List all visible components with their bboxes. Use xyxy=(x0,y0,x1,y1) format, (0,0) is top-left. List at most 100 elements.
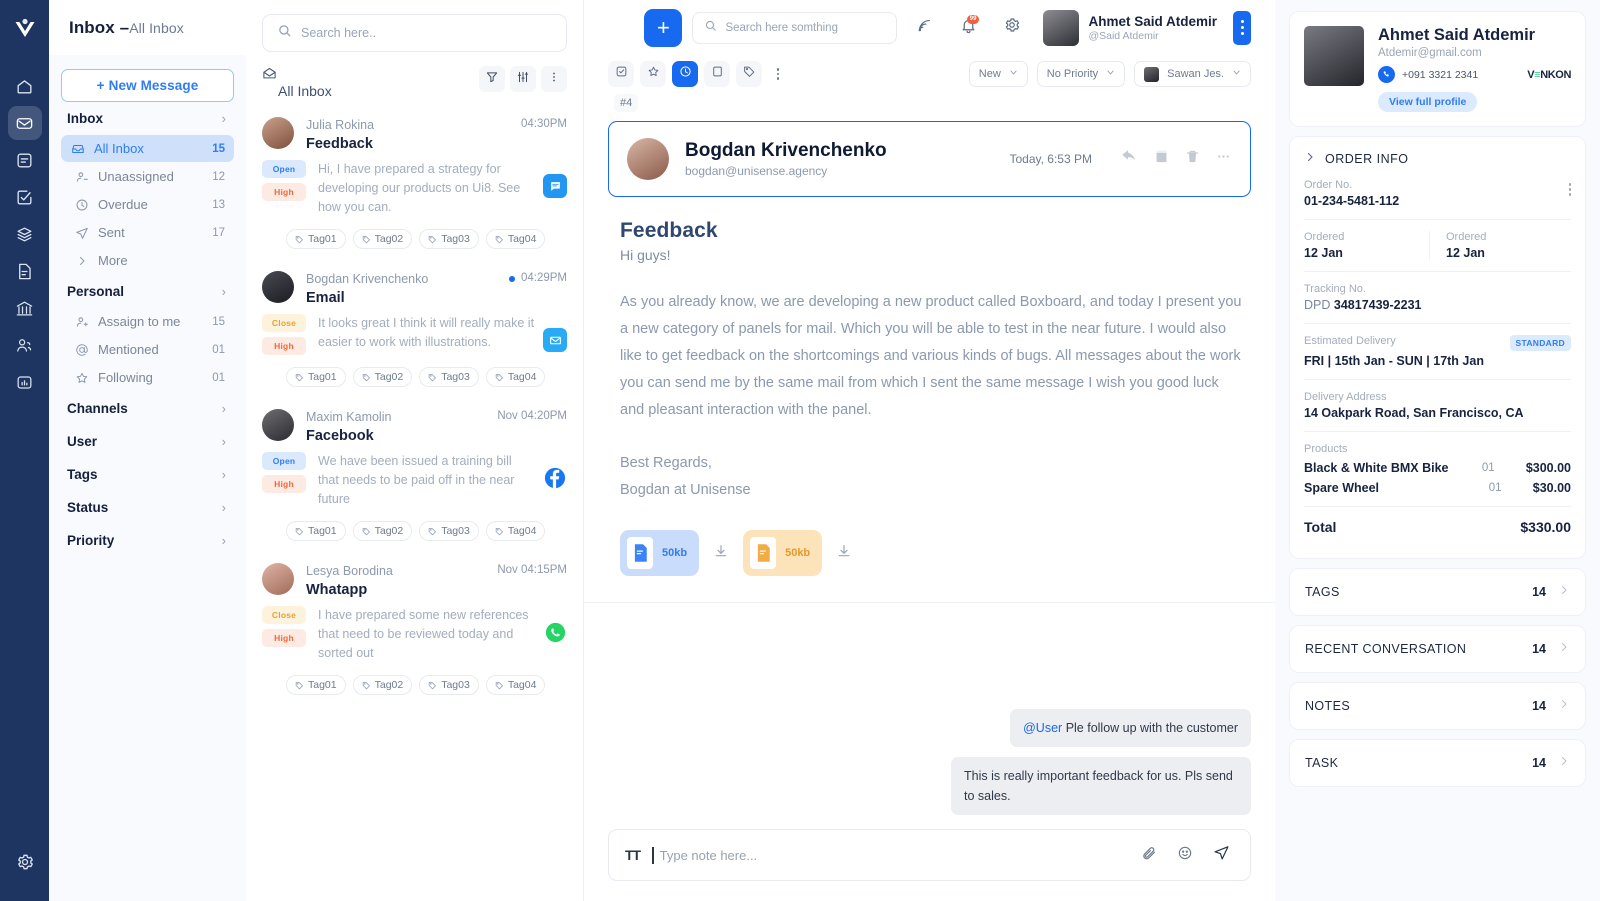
reply-icon[interactable] xyxy=(1120,147,1139,171)
list-item[interactable]: Lesya Borodina Whatapp Nov 04:15PM Close… xyxy=(246,551,583,705)
new-message-label: New Message xyxy=(108,78,199,93)
attach-button[interactable] xyxy=(1136,842,1162,868)
sidebar-section-personal[interactable]: Personal › xyxy=(61,275,234,308)
rail-item-home[interactable] xyxy=(8,69,42,103)
tag-chip[interactable]: Tag03 xyxy=(419,521,479,541)
tag-chip[interactable]: Tag02 xyxy=(352,521,413,541)
tag-chip[interactable]: Tag02 xyxy=(352,675,413,695)
tag-chip[interactable]: Tag04 xyxy=(485,521,546,541)
tag-chip[interactable]: Tag04 xyxy=(485,229,546,249)
rail-item-analytics[interactable] xyxy=(8,365,42,399)
more-dots-icon[interactable] xyxy=(1215,148,1232,170)
tag-chip[interactable]: Tag01 xyxy=(286,229,346,249)
user-profile[interactable]: Ahmet Said Atdemir @Said Atdemir xyxy=(1043,9,1217,46)
archive-box-icon[interactable] xyxy=(1153,148,1170,170)
message-list[interactable]: Julia Rokina Feedback 04:30PM Open High … xyxy=(246,105,583,901)
view-full-profile-button[interactable]: View full profile xyxy=(1378,92,1478,112)
notifications-button[interactable]: 99 xyxy=(951,11,985,45)
tag-chip[interactable]: Tag02 xyxy=(352,367,413,387)
mention-tag[interactable]: @User xyxy=(1023,721,1062,735)
rail-item-contacts[interactable] xyxy=(8,328,42,362)
sidebar-section-status[interactable]: Status › xyxy=(61,491,234,524)
sidebar-section-tags[interactable]: Tags › xyxy=(61,458,234,491)
mail-header-card[interactable]: Bogdan Krivenchenko bogdan@unisense.agen… xyxy=(608,121,1251,197)
list-item[interactable]: Bogdan Krivenchenko Email 04:29PM Close … xyxy=(246,259,583,397)
priority-select[interactable]: No Priority xyxy=(1036,61,1126,87)
snooze-button[interactable] xyxy=(672,61,698,87)
sidebar-item-more[interactable]: More xyxy=(65,247,234,274)
tag-chip[interactable]: Tag03 xyxy=(419,367,479,387)
new-message-button[interactable]: + New Message xyxy=(61,69,234,102)
tag-chip[interactable]: Tag01 xyxy=(286,367,346,387)
sidebar-section-user[interactable]: User › xyxy=(61,425,234,458)
message-search-input[interactable]: Search here.. xyxy=(262,14,567,52)
rail-item-documents[interactable] xyxy=(8,254,42,288)
status-select[interactable]: New xyxy=(968,61,1028,87)
tag-chip[interactable]: Tag01 xyxy=(286,675,346,695)
at-icon xyxy=(74,343,89,357)
note-composer[interactable]: TT Type note here... xyxy=(608,829,1251,881)
assignee-select[interactable]: Sawan Jes. xyxy=(1134,61,1251,87)
download-icon[interactable] xyxy=(836,543,852,564)
tag-chip[interactable]: Tag03 xyxy=(419,229,479,249)
tag-chip[interactable]: Tag04 xyxy=(485,367,546,387)
list-more-button[interactable] xyxy=(541,66,567,92)
download-icon[interactable] xyxy=(713,543,729,564)
list-item[interactable]: Julia Rokina Feedback 04:30PM Open High … xyxy=(246,105,583,259)
global-search-input[interactable]: Search here somthing xyxy=(692,11,898,44)
sidebar-item-all-inbox[interactable]: All Inbox 15 xyxy=(61,135,234,162)
list-item-sender: Lesya Borodina xyxy=(306,564,393,578)
layers-icon xyxy=(15,225,34,244)
archive-button[interactable] xyxy=(704,61,730,87)
sidebar-section-inbox[interactable]: Inbox › xyxy=(61,102,234,135)
settings-button[interactable] xyxy=(995,11,1029,45)
sidebar-item-sent[interactable]: Sent 17 xyxy=(65,219,234,246)
rail-item-inbox[interactable] xyxy=(7,106,42,140)
rail-item-tasks[interactable] xyxy=(8,180,42,214)
accordion-recent-conversation[interactable]: RECENT CONVERSATION 14 xyxy=(1289,625,1586,673)
trash-icon[interactable] xyxy=(1184,148,1201,170)
order-menu-button[interactable] xyxy=(1568,179,1571,196)
filter-button[interactable] xyxy=(479,66,505,92)
accordion-tags[interactable]: TAGS 14 xyxy=(1289,568,1586,616)
emoji-button[interactable] xyxy=(1172,842,1198,868)
attachment-item[interactable]: 50kb xyxy=(620,530,700,576)
text-format-button[interactable]: TT xyxy=(625,847,641,863)
sidebar-item-mentioned[interactable]: Mentioned 01 xyxy=(65,336,234,363)
tag-chip[interactable]: Tag02 xyxy=(352,229,413,249)
sidebar-item-assign-to-me[interactable]: Assaign to me 15 xyxy=(65,308,234,335)
star-button[interactable] xyxy=(640,61,666,87)
address-label: Delivery Address xyxy=(1304,391,1387,403)
mark-done-button[interactable] xyxy=(608,61,634,87)
rail-item-bank[interactable] xyxy=(8,291,42,325)
sort-button[interactable] xyxy=(510,66,536,92)
rail-item-layers[interactable] xyxy=(8,217,42,251)
signal-button[interactable] xyxy=(907,11,941,45)
add-button[interactable]: + xyxy=(644,8,683,47)
tag-chip[interactable]: Tag04 xyxy=(485,675,546,695)
tag-chip[interactable]: Tag01 xyxy=(286,521,346,541)
check-square-icon xyxy=(615,65,628,83)
attachment-item[interactable]: 50kb xyxy=(743,530,823,576)
message-list-panel: Search here.. All Inbox Julia Rokina Fee… xyxy=(246,0,584,901)
list-item-meta: Maxim Kamolin Facebook xyxy=(306,409,497,444)
accordion-notes[interactable]: NOTES 14 xyxy=(1289,682,1586,730)
label-button[interactable] xyxy=(736,61,762,87)
tag-chip[interactable]: Tag03 xyxy=(419,675,479,695)
list-item[interactable]: Maxim Kamolin Facebook Nov 04:20PM Open … xyxy=(246,397,583,551)
mail-more-button[interactable] xyxy=(768,68,788,80)
sidebar-section-channels[interactable]: Channels › xyxy=(61,392,234,425)
chevron-right-icon: › xyxy=(221,434,226,449)
sidebar-item-following[interactable]: Following 01 xyxy=(65,364,234,391)
profile-menu-button[interactable] xyxy=(1233,10,1251,45)
sidebar-section-priority[interactable]: Priority › xyxy=(61,524,234,557)
rail-item-notes[interactable] xyxy=(8,143,42,177)
chevron-right-icon xyxy=(1558,754,1570,772)
rail-item-settings[interactable] xyxy=(8,845,42,879)
sidebar-item-overdue[interactable]: Overdue 13 xyxy=(65,191,234,218)
accordion-task[interactable]: TASK 14 xyxy=(1289,739,1586,787)
order-info-header[interactable]: ORDER INFO xyxy=(1304,150,1571,168)
sidebar-item-unassigned[interactable]: Unaassigned 12 xyxy=(65,163,234,190)
send-button[interactable] xyxy=(1208,842,1234,868)
user-handle: @Said Atdemir xyxy=(1088,29,1159,42)
